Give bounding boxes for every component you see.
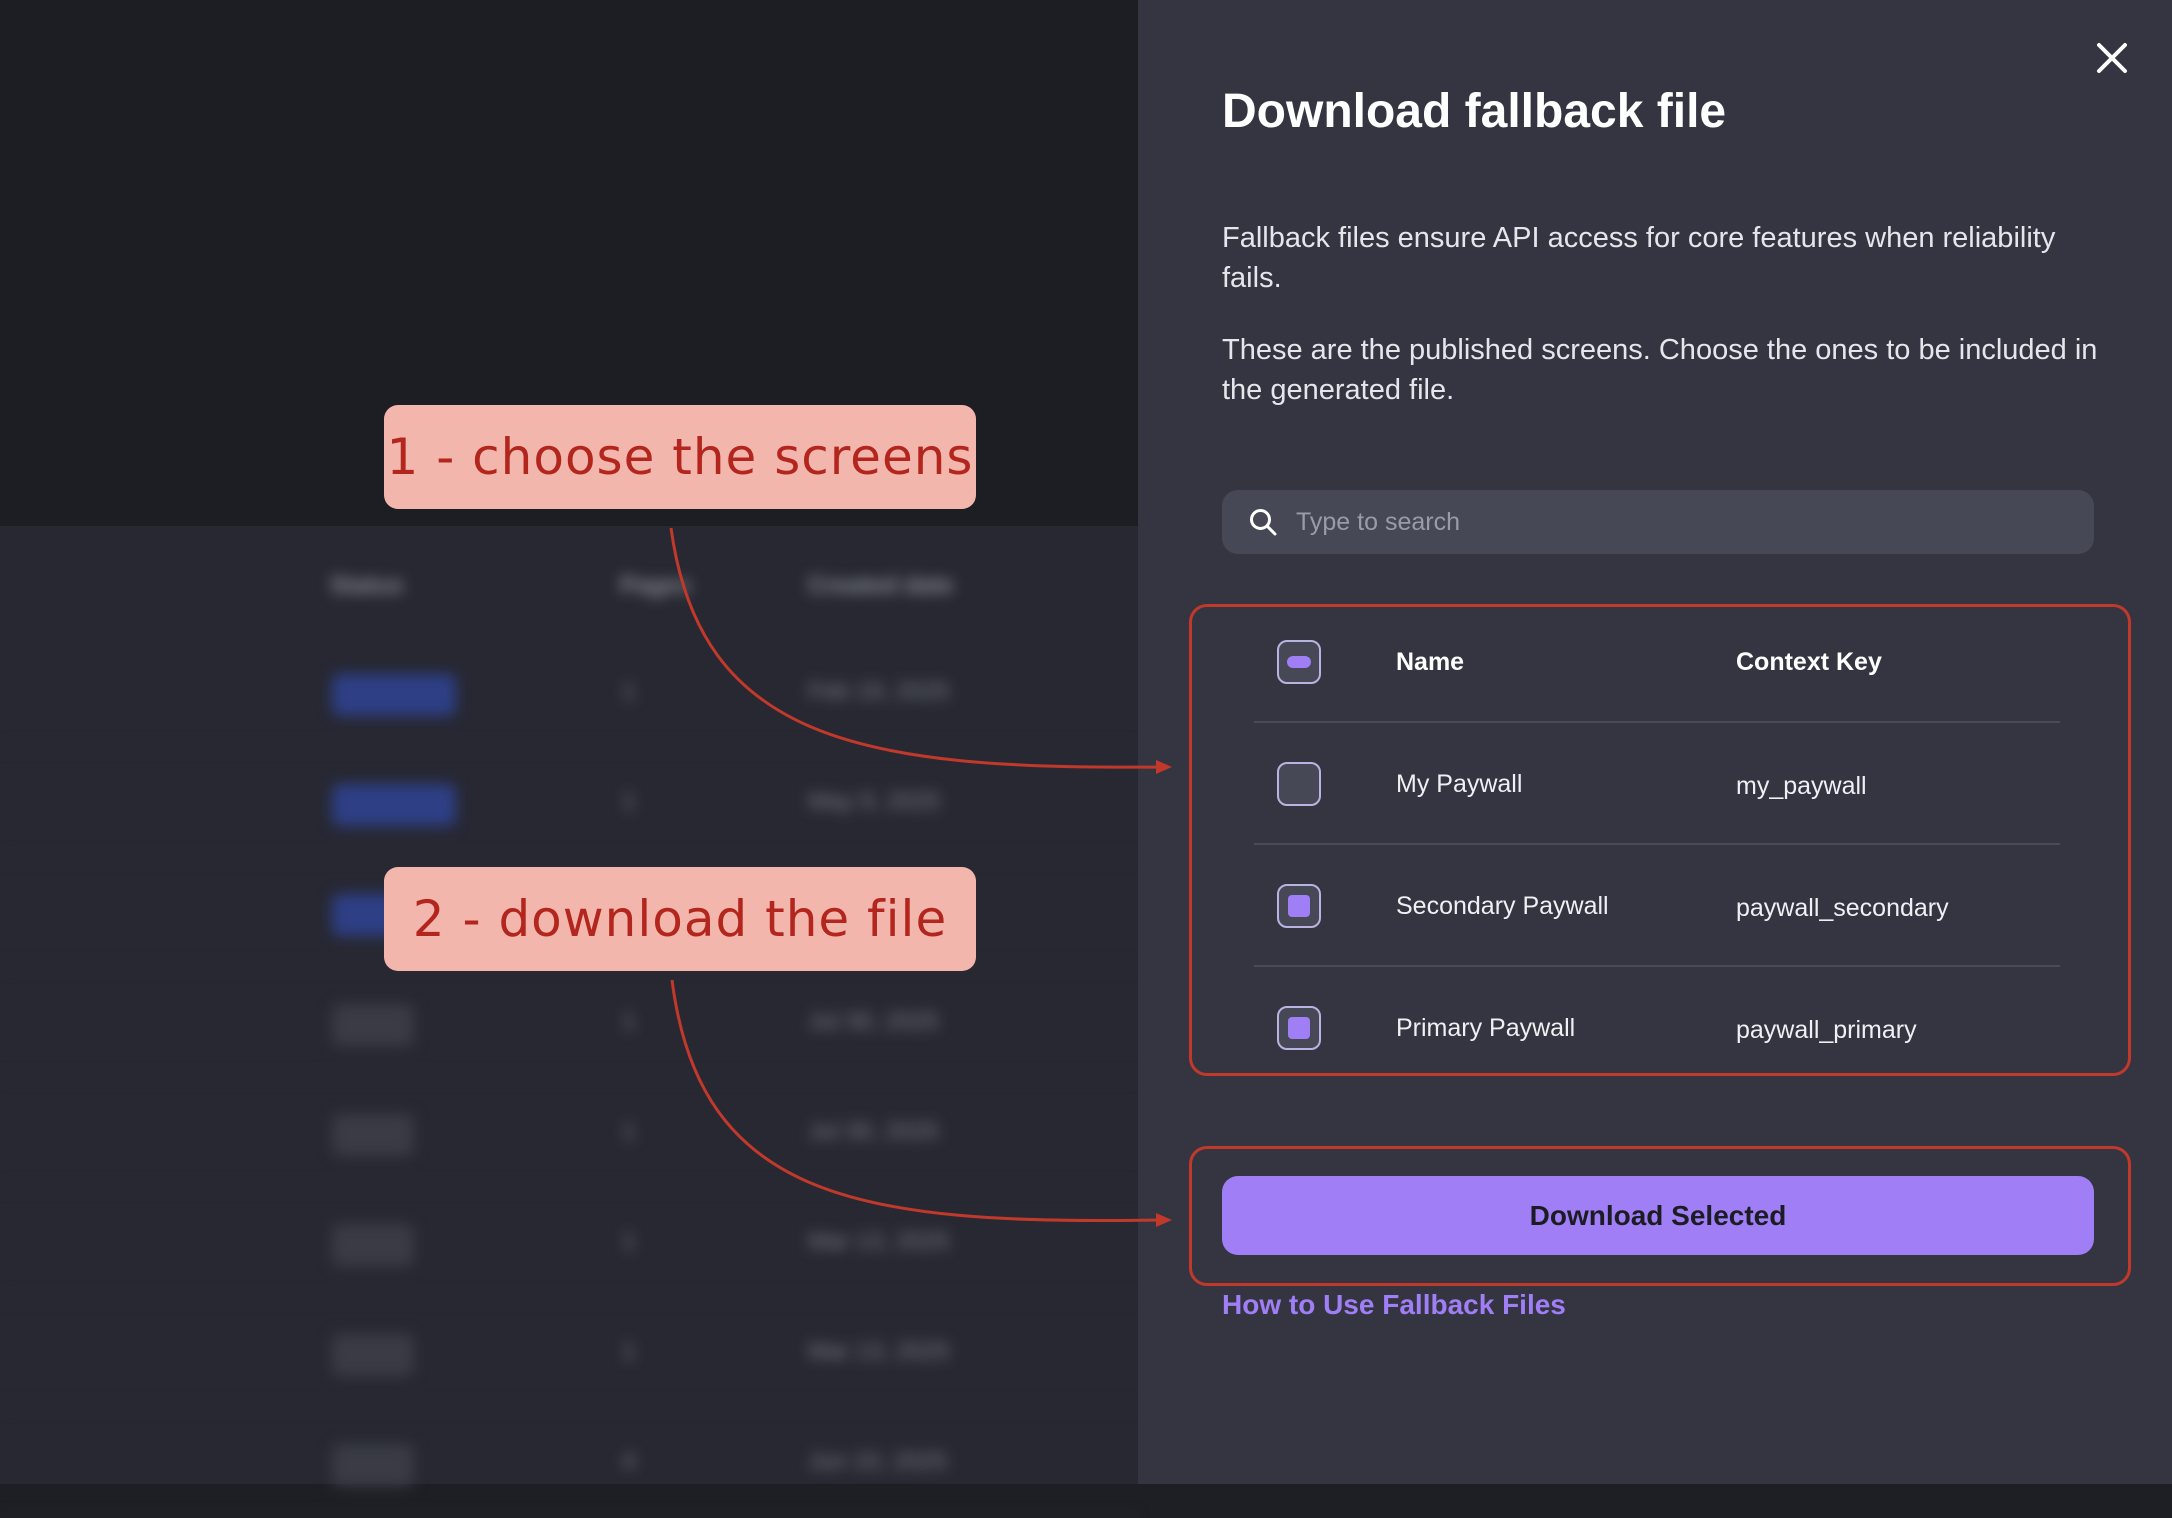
bg-status-badge	[332, 1334, 414, 1376]
bg-header-pages: Pages	[620, 572, 691, 599]
bg-pages: 1	[622, 1338, 636, 1365]
row-context-key: paywall_primary	[1736, 1016, 1917, 1044]
row-context-key: paywall_secondary	[1736, 894, 1949, 922]
search-icon	[1248, 507, 1278, 537]
row-name: Primary Paywall	[1396, 1014, 1576, 1042]
bg-table-row: 1 Mar 13, 2025	[0, 1186, 1138, 1298]
row-context-key: my_paywall	[1736, 772, 1867, 800]
bg-table-row: 1 Feb 19, 2025	[0, 636, 1138, 748]
bg-date: Feb 19, 2025	[808, 678, 950, 705]
row-checkbox-my-paywall[interactable]	[1277, 762, 1321, 806]
bg-pages: 4	[622, 1448, 636, 1475]
bg-table-row: 1 Mar 13, 2025	[0, 1296, 1138, 1408]
bg-table-row: 1 May 9, 2025	[0, 746, 1138, 858]
bg-table-row: 4 Jun 10, 2025	[0, 1406, 1138, 1518]
row-checkbox-primary-paywall[interactable]	[1277, 1006, 1321, 1050]
bg-date: Jun 10, 2025	[808, 1448, 947, 1475]
column-header-name: Name	[1396, 648, 1465, 676]
panel-description-1: Fallback files ensure API access for cor…	[1222, 222, 2056, 294]
bg-status-badge	[332, 1004, 414, 1046]
bg-date: Jul 30, 2025	[808, 1118, 939, 1145]
select-all-checkbox[interactable]	[1277, 640, 1321, 684]
checked-mark	[1288, 895, 1310, 917]
bg-header-status: Status	[330, 572, 404, 599]
row-divider	[1254, 965, 2060, 967]
panel-title: Download fallback file	[1222, 85, 1727, 138]
column-header-context-key: Context Key	[1736, 648, 1882, 676]
bg-status-badge	[332, 1224, 414, 1266]
bg-table-row: 1 Jul 30, 2025	[0, 1076, 1138, 1188]
download-selected-button[interactable]: Download Selected	[1222, 1176, 2094, 1255]
annotation-step-1: 1 - choose the screens	[384, 405, 976, 509]
row-divider	[1254, 721, 2060, 723]
row-checkbox-secondary-paywall[interactable]	[1277, 884, 1321, 928]
bg-status-badge	[332, 1444, 414, 1486]
bg-pages: 1	[622, 1118, 636, 1145]
bg-pages: 1	[622, 678, 636, 705]
search-box[interactable]	[1222, 490, 2094, 554]
panel-description-2: These are the published screens. Choose …	[1222, 334, 2098, 406]
checked-mark	[1288, 1017, 1310, 1039]
row-name: Secondary Paywall	[1396, 892, 1609, 920]
bg-date: Mar 13, 2025	[808, 1338, 950, 1365]
indeterminate-mark	[1287, 656, 1311, 668]
annotation-step-2: 2 - download the file	[384, 867, 976, 971]
help-link-fallback-files[interactable]: How to Use Fallback Files	[1222, 1289, 1566, 1321]
bg-header-created: Created date	[808, 572, 954, 599]
bg-date: Jul 30, 2025	[808, 1008, 939, 1035]
bg-status-badge	[332, 674, 456, 716]
bg-pages: 1	[622, 1008, 636, 1035]
bg-date: May 9, 2025	[808, 788, 941, 815]
screens-table-highlight	[1189, 604, 2131, 1076]
bg-table-row: 1 Jul 30, 2025	[0, 966, 1138, 1078]
row-name: My Paywall	[1396, 770, 1523, 798]
row-divider	[1254, 843, 2060, 845]
bg-status-badge	[332, 1114, 414, 1156]
bg-status-badge	[332, 784, 456, 826]
bg-date: Mar 13, 2025	[808, 1228, 950, 1255]
search-input[interactable]	[1294, 496, 2094, 548]
close-icon	[2097, 43, 2127, 73]
bg-pages: 1	[622, 788, 636, 815]
bg-pages: 1	[622, 1228, 636, 1255]
close-button[interactable]	[2090, 36, 2134, 80]
